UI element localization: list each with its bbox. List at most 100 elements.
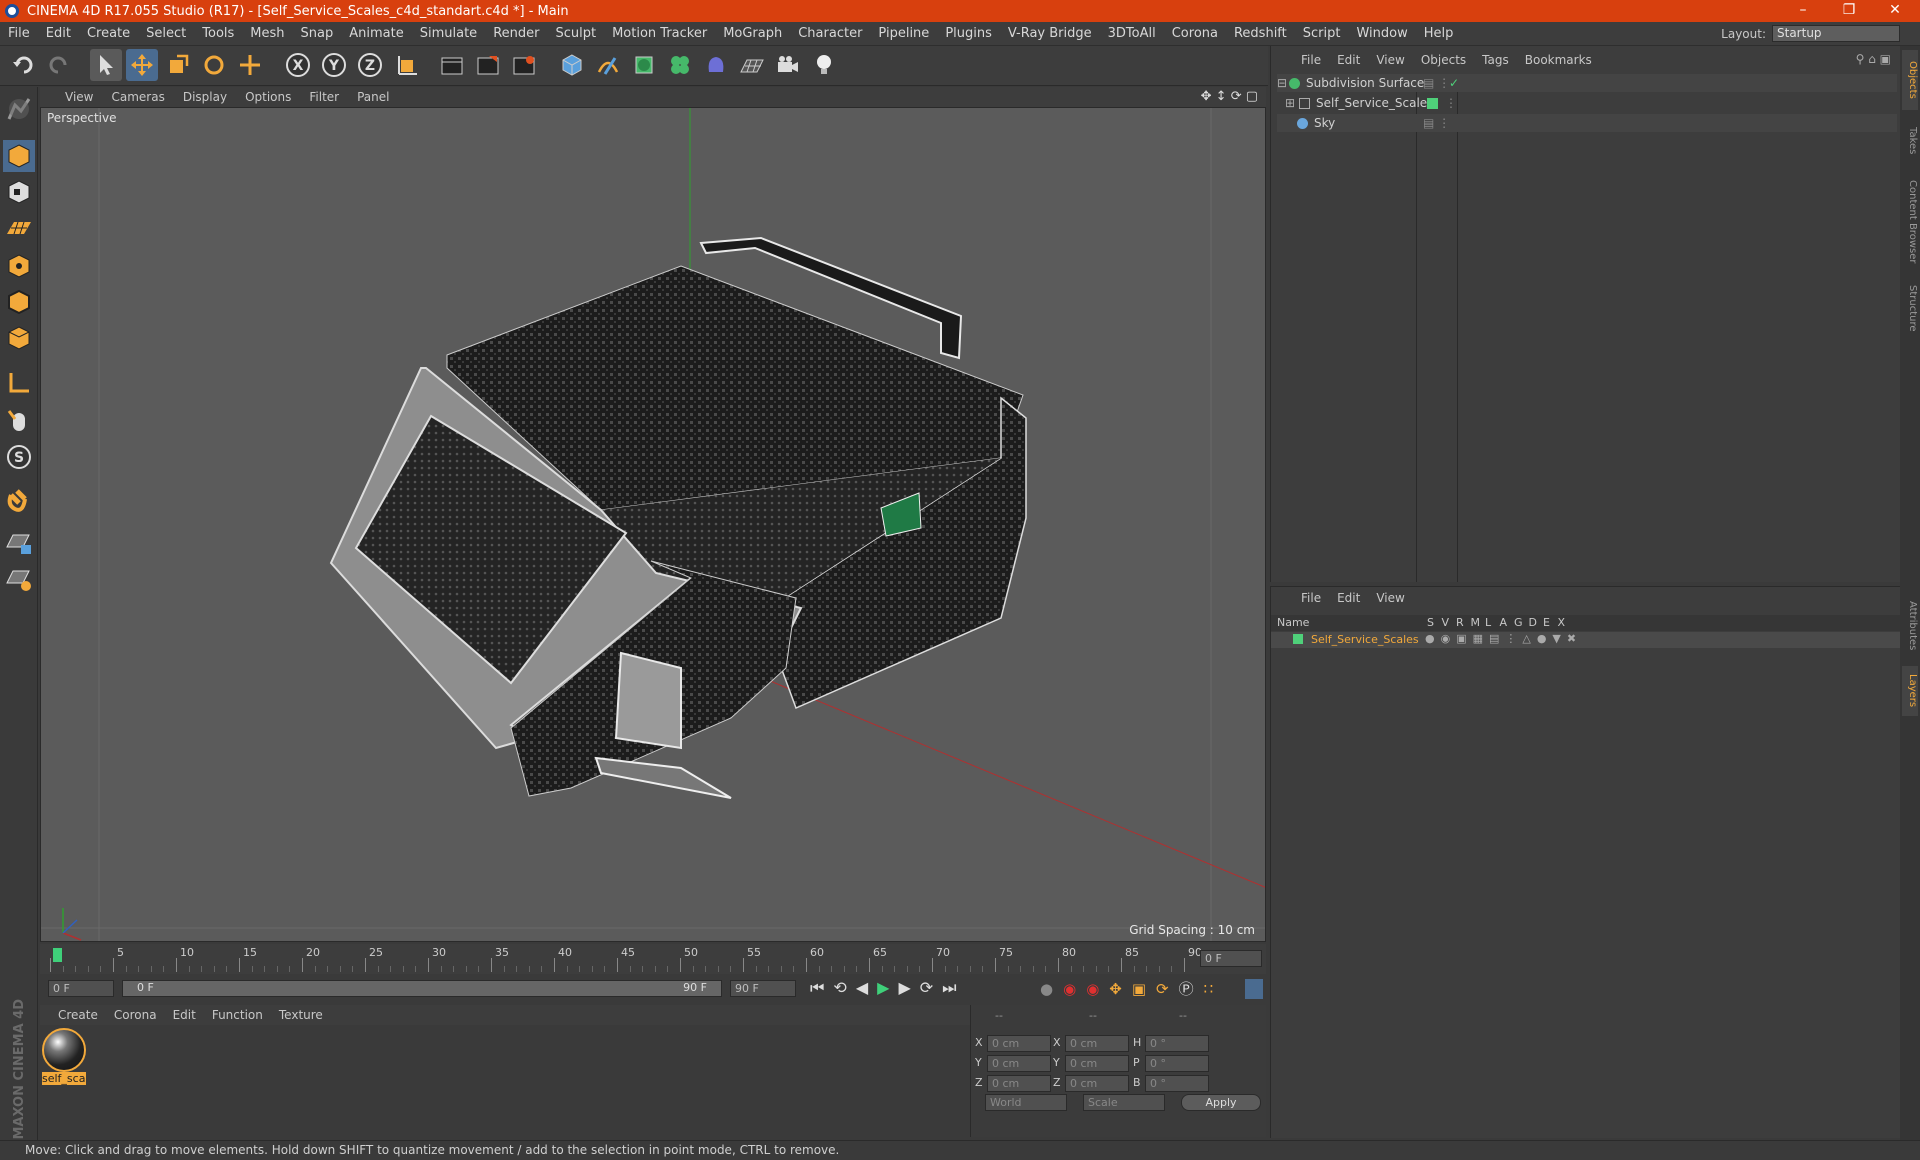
- material-menu-texture[interactable]: Texture: [271, 1008, 331, 1022]
- tab-layers[interactable]: Layers: [1902, 666, 1918, 716]
- viewport-menu-panel[interactable]: Panel: [348, 90, 398, 104]
- key-param-icon[interactable]: Ⓟ: [1179, 980, 1204, 998]
- polygons-mode-icon[interactable]: [3, 322, 35, 354]
- tab-takes[interactable]: Takes: [1902, 116, 1918, 166]
- minimize-button[interactable]: –: [1780, 0, 1826, 22]
- coord-value-field[interactable]: 0 cm: [1065, 1075, 1129, 1092]
- edges-mode-icon[interactable]: [3, 286, 35, 318]
- object-menu-file[interactable]: File: [1293, 53, 1329, 67]
- tree-expander-icon[interactable]: ⊞: [1277, 96, 1297, 110]
- coord-value-field[interactable]: 0 cm: [987, 1055, 1051, 1072]
- object-search-icon[interactable]: ⚲ ⌂ ▣: [1856, 52, 1891, 66]
- playback-controls[interactable]: ⏮⟲◀▶▶⟳⏭: [810, 978, 966, 998]
- tab-attributes[interactable]: Attributes: [1902, 591, 1918, 661]
- next-frame-icon[interactable]: ▶: [898, 978, 919, 997]
- menu-edit[interactable]: Edit: [38, 26, 79, 41]
- record-icon[interactable]: ◉: [1063, 980, 1086, 998]
- go-to-end-icon[interactable]: ⏭: [942, 978, 965, 997]
- end-frame-field[interactable]: 90 F: [730, 980, 796, 997]
- pen-spline-icon[interactable]: [592, 49, 624, 81]
- layer-menu-view[interactable]: View: [1368, 591, 1412, 605]
- object-menu-objects[interactable]: Objects: [1413, 53, 1474, 67]
- layer-row[interactable]: Self_Service_Scales ●◉▣▦▤⋮△●▼✖: [1271, 632, 1901, 648]
- coord-value-field[interactable]: 0 cm: [987, 1075, 1051, 1092]
- tab-content-browser[interactable]: Content Browser: [1902, 172, 1918, 272]
- playhead-marker[interactable]: [53, 948, 62, 962]
- coord-value-field[interactable]: 0 cm: [1065, 1055, 1129, 1072]
- workplane-icon[interactable]: [3, 212, 35, 244]
- light-icon[interactable]: [808, 49, 840, 81]
- undo-icon[interactable]: [8, 49, 40, 81]
- rotate-tool-icon[interactable]: [198, 49, 230, 81]
- prev-frame-icon[interactable]: ◀: [856, 978, 877, 997]
- points-mode-icon[interactable]: [3, 250, 35, 282]
- menu-render[interactable]: Render: [485, 26, 547, 41]
- viewport-menu-cameras[interactable]: Cameras: [102, 90, 173, 104]
- camera-icon[interactable]: [772, 49, 804, 81]
- key-scale-icon[interactable]: ▣: [1132, 980, 1156, 998]
- object-row-subdivision[interactable]: ⊟ Subdivision Surface ▤ ⋮ ✓: [1277, 74, 1897, 92]
- menu-vray-bridge[interactable]: V-Ray Bridge: [1000, 26, 1100, 41]
- coordinate-system-icon[interactable]: [392, 49, 424, 81]
- menu-snap[interactable]: Snap: [293, 26, 342, 41]
- keyframe-icon[interactable]: ●: [1040, 980, 1063, 998]
- restore-button[interactable]: ❐: [1826, 0, 1872, 22]
- apply-button[interactable]: Apply: [1181, 1094, 1261, 1111]
- coord-value-field[interactable]: 0 °: [1145, 1075, 1209, 1092]
- coord-value-field[interactable]: 0 °: [1145, 1035, 1209, 1052]
- layer-menu-edit[interactable]: Edit: [1329, 591, 1368, 605]
- key-points-icon[interactable]: ∷: [1204, 980, 1224, 998]
- object-menu-view[interactable]: View: [1368, 53, 1412, 67]
- object-menu-bookmarks[interactable]: Bookmarks: [1517, 53, 1600, 67]
- autokey-icon[interactable]: ◉: [1086, 980, 1109, 998]
- material-menu-create[interactable]: Create: [50, 1008, 106, 1022]
- menu-help[interactable]: Help: [1416, 26, 1462, 41]
- tab-objects[interactable]: Objects: [1902, 50, 1918, 110]
- mograph-cloner-icon[interactable]: [664, 49, 696, 81]
- scale-tool-icon[interactable]: [162, 49, 194, 81]
- render-picture-viewer-icon[interactable]: [472, 49, 504, 81]
- layer-menu-file[interactable]: File: [1293, 591, 1329, 605]
- menu-redshift[interactable]: Redshift: [1226, 26, 1295, 41]
- menu-mograph[interactable]: MoGraph: [715, 26, 790, 41]
- menu-mesh[interactable]: Mesh: [242, 26, 292, 41]
- layer-toggle-icons[interactable]: ●◉▣▦▤⋮△●▼✖: [1425, 632, 1582, 645]
- menu-character[interactable]: Character: [790, 26, 870, 41]
- viewport-menu-options[interactable]: Options: [236, 90, 300, 104]
- start-frame-field[interactable]: 0 F: [48, 980, 114, 997]
- magnet-icon[interactable]: [3, 485, 35, 517]
- layer-color-tag[interactable]: [1427, 97, 1438, 109]
- snap-enable-icon[interactable]: S: [3, 441, 35, 473]
- coord-value-field[interactable]: 0 cm: [987, 1035, 1051, 1052]
- material-swatch[interactable]: self_scal: [42, 1028, 86, 1088]
- material-menu-corona[interactable]: Corona: [106, 1008, 165, 1022]
- visibility-toggle-icon[interactable]: ▤ ⋮: [1423, 116, 1450, 130]
- align-workplane-icon[interactable]: [3, 563, 35, 595]
- deformer-icon[interactable]: [700, 49, 732, 81]
- visibility-toggle-icon[interactable]: ▤ ⋮: [1423, 76, 1450, 90]
- live-selection-icon[interactable]: [234, 49, 266, 81]
- tree-expander-icon[interactable]: ⊟: [1277, 76, 1287, 90]
- texture-mode-icon[interactable]: [3, 176, 35, 208]
- layer-color-swatch[interactable]: [1293, 634, 1303, 644]
- menu-script[interactable]: Script: [1295, 26, 1349, 41]
- lock-workplane-icon[interactable]: [3, 527, 35, 559]
- subdivision-surface-icon[interactable]: [628, 49, 660, 81]
- frame-range-slider[interactable]: 0 F 90 F: [122, 980, 722, 997]
- menu-motion-tracker[interactable]: Motion Tracker: [604, 26, 715, 41]
- x-axis-lock-icon[interactable]: X: [282, 49, 314, 81]
- viewport-navigation-icon[interactable]: ✥ ↕ ⟳ ▢: [1201, 89, 1258, 104]
- axis-mode-icon[interactable]: [3, 367, 35, 399]
- material-menu-function[interactable]: Function: [204, 1008, 271, 1022]
- floor-environment-icon[interactable]: [736, 49, 768, 81]
- coordinate-mode-dropdown[interactable]: World: [985, 1094, 1067, 1111]
- menu-simulate[interactable]: Simulate: [412, 26, 485, 41]
- menu-create[interactable]: Create: [79, 26, 138, 41]
- coord-value-field[interactable]: 0 °: [1145, 1055, 1209, 1072]
- menu-corona[interactable]: Corona: [1164, 26, 1226, 41]
- material-menu-edit[interactable]: Edit: [165, 1008, 204, 1022]
- y-axis-lock-icon[interactable]: Y: [318, 49, 350, 81]
- move-tool-icon[interactable]: [126, 49, 158, 81]
- prev-key-icon[interactable]: ⟲: [833, 978, 855, 997]
- make-editable-icon[interactable]: [3, 93, 35, 125]
